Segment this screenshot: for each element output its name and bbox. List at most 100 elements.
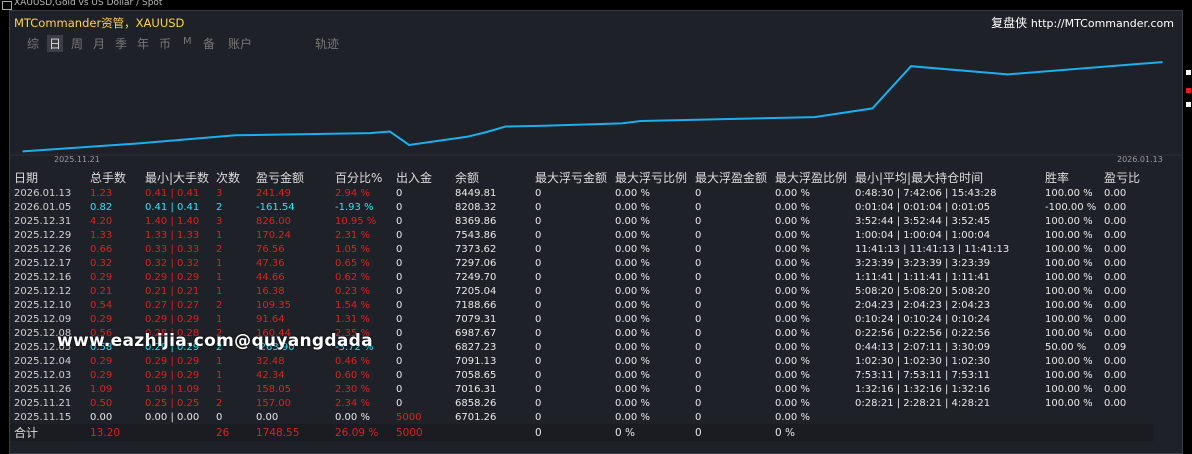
table-row[interactable]: 2026.01.13 1.23 0.41 | 0.41 3 241.49 2.94 % 0 8…	[10, 186, 1154, 200]
table-row[interactable]: 2025.12.29 1.33 1.33 | 1.33 1 170.24 2.31 % 0 7…	[10, 228, 1154, 242]
cell-minmax: 0.29 | 0.29	[145, 313, 200, 325]
cell-balance: 7205.04	[455, 285, 497, 297]
column-header[interactable]: 最大浮亏金额	[535, 169, 615, 186]
cell-lots: 0.29	[90, 313, 113, 325]
table-row[interactable]: 2025.12.04 0.29 0.29 | 0.29 1 32.48 0.46 % 0 70…	[10, 354, 1154, 368]
tab-week[interactable]: 周	[71, 35, 83, 52]
tab-day[interactable]: 日	[47, 35, 64, 52]
column-header[interactable]: 余额	[455, 169, 535, 186]
price-marker-icon	[1186, 88, 1191, 93]
cell-balance: 7079.31	[455, 313, 497, 325]
column-header[interactable]: 次数	[216, 169, 256, 186]
cell-win: 100.00 %	[1045, 215, 1093, 227]
cell-flow: 0	[396, 355, 403, 367]
tab-m[interactable]: M	[183, 36, 192, 47]
table-row[interactable]: 2025.11.26 1.09 1.09 | 1.09 1 158.05 2.30 % 0 7…	[10, 382, 1154, 396]
cell-minmax: 1.33 | 1.33	[145, 229, 200, 241]
cell-count: 0	[216, 411, 223, 423]
cell-flow: 0	[396, 285, 403, 297]
column-header[interactable]: 盈亏金额	[256, 169, 335, 186]
cell-mfl: 0	[535, 383, 542, 395]
period-tabs: 综 日 周 月 季 年 币 M 备 账户 轨迹	[10, 35, 1182, 53]
total-empty-cell	[1104, 424, 1154, 441]
cell-mfl: 0	[535, 299, 542, 311]
cell-ratio: 0.00	[1104, 327, 1127, 339]
table-row[interactable]: 2026.01.05 0.82 0.41 | 0.41 2 -161.54 -1.93 %…	[10, 200, 1154, 214]
table-row[interactable]: 2025.12.09 0.29 0.29 | 0.29 1 91.64 1.31 % 0 70…	[10, 312, 1154, 326]
cell-minmax: 0.29 | 0.29	[145, 355, 200, 367]
cell-pnl: 826.00	[256, 215, 291, 227]
total-mfp: 0	[695, 426, 702, 439]
tab-account[interactable]: 账户	[228, 35, 252, 52]
cell-mflp: 0.00 %	[615, 355, 650, 367]
cell-pct: 2.94 %	[335, 187, 370, 199]
cell-mflp: 0.00 %	[615, 243, 650, 255]
cell-count: 1	[216, 383, 223, 395]
cell-pnl: 0.00	[256, 411, 279, 423]
cell-hold: 0:48:30 | 7:42:06 | 15:43:28	[855, 187, 997, 199]
table-row[interactable]: 2025.12.31 4.20 1.40 | 1.40 3 826.00 10.95 % 0…	[10, 214, 1154, 228]
table-row[interactable]: 2025.12.03 0.29 0.29 | 0.29 1 42.34 0.60 % 0 70…	[10, 368, 1154, 382]
cell-ratio: 0.00	[1104, 257, 1127, 269]
column-header[interactable]: 最大浮盈金额	[695, 169, 775, 186]
cell-mflp: 0.00 %	[615, 397, 650, 409]
total-mflp: 0 %	[615, 426, 635, 439]
cell-pct: -1.93 %	[335, 201, 374, 213]
cell-win: 100.00 %	[1045, 257, 1093, 269]
brand-url[interactable]: http://MTCommander.com	[1031, 17, 1174, 30]
equity-point	[871, 107, 874, 110]
cell-hold: 11:41:13 | 11:41:13 | 11:41:13	[855, 243, 1010, 255]
total-pnl: 1748.55	[256, 426, 300, 439]
price-marker-icon	[1186, 102, 1191, 107]
cell-win: 100.00 %	[1045, 355, 1093, 367]
column-header[interactable]: 出入金	[396, 169, 455, 186]
column-header[interactable]: 日期	[10, 169, 90, 186]
tab-currency[interactable]: 币	[159, 35, 171, 52]
cell-ratio: 0.00	[1104, 285, 1127, 297]
column-header[interactable]: 总手数	[90, 169, 145, 186]
cell-mfp: 0	[695, 243, 702, 255]
cell-mflp: 0.00 %	[615, 285, 650, 297]
cell-win: 100.00 %	[1045, 243, 1093, 255]
cell-mflp: 0.00 %	[615, 327, 650, 339]
column-header[interactable]: 胜率	[1045, 169, 1104, 186]
column-header[interactable]: 最大浮盈比例	[775, 169, 855, 186]
cell-ratio: 0.09	[1104, 341, 1127, 353]
cell-minmax: 1.09 | 1.09	[145, 383, 200, 395]
brand[interactable]: 复盘侠 http://MTCommander.com	[991, 14, 1174, 31]
column-header[interactable]: 最小|大手数	[145, 169, 216, 186]
cell-mfl: 0	[535, 187, 542, 199]
table-row[interactable]: 2025.12.12 0.21 0.21 | 0.21 1 16.38 0.23 % 0 72…	[10, 284, 1154, 298]
table-row[interactable]: 2025.12.17 0.32 0.32 | 0.32 1 47.36 0.65 % 0 72…	[10, 256, 1154, 270]
daily-stats-table: 日期 总手数 最小|大手数 次数 盈亏金额 百分比% 出入金 余额 最大浮亏金额 最大浮亏比例 最大…	[10, 169, 1154, 441]
equity-point	[640, 120, 642, 122]
cell-minmax: 0.29 | 0.29	[145, 369, 200, 381]
tab-notes[interactable]: 备	[203, 35, 215, 52]
cell-mfp: 0	[695, 271, 702, 283]
table-row[interactable]: 2025.12.16 0.29 0.29 | 0.29 1 44.66 0.62 % 0 72…	[10, 270, 1154, 284]
cell-win: 100.00 %	[1045, 313, 1093, 325]
column-header[interactable]: 最小|平均|最大持仓时间	[855, 169, 1045, 186]
table-header-row: 日期 总手数 最小|大手数 次数 盈亏金额 百分比% 出入金 余额 最大浮亏金额 最大浮亏比例 最大…	[10, 169, 1154, 186]
table-row[interactable]: 2025.11.21 0.50 0.25 | 0.25 2 157.00 2.34 % 0 6…	[10, 396, 1154, 410]
table-row[interactable]: 2025.11.15 0.00 0.00 | 0.00 0 0.00 0.00 % 5000…	[10, 410, 1154, 424]
cell-date: 2025.11.21	[14, 397, 72, 409]
cell-balance: 7091.13	[455, 355, 497, 367]
cell-count: 2	[216, 397, 223, 409]
cell-pct: 0.46 %	[335, 355, 370, 367]
cell-flow: 0	[396, 299, 403, 311]
chart-start-date: 2025.11.21	[54, 155, 100, 164]
column-header[interactable]: 百分比%	[335, 169, 396, 186]
table-row[interactable]: 2025.12.26 0.66 0.33 | 0.33 2 76.56 1.05 % 0 73…	[10, 242, 1154, 256]
tab-month[interactable]: 月	[93, 35, 105, 52]
tab-trajectory[interactable]: 轨迹	[315, 35, 339, 52]
cell-mfpp: 0.00 %	[775, 187, 810, 199]
column-header[interactable]: 最大浮亏比例	[615, 169, 695, 186]
tab-year[interactable]: 年	[137, 35, 149, 52]
tab-summary[interactable]: 综	[27, 35, 39, 52]
cell-date: 2025.12.10	[14, 299, 72, 311]
tab-quarter[interactable]: 季	[115, 35, 127, 52]
column-header[interactable]: 盈亏比	[1104, 169, 1154, 186]
table-row[interactable]: 2025.12.10 0.54 0.27 | 0.27 2 109.35 1.54 % 0 7…	[10, 298, 1154, 312]
cell-ratio: 0.00	[1104, 215, 1127, 227]
